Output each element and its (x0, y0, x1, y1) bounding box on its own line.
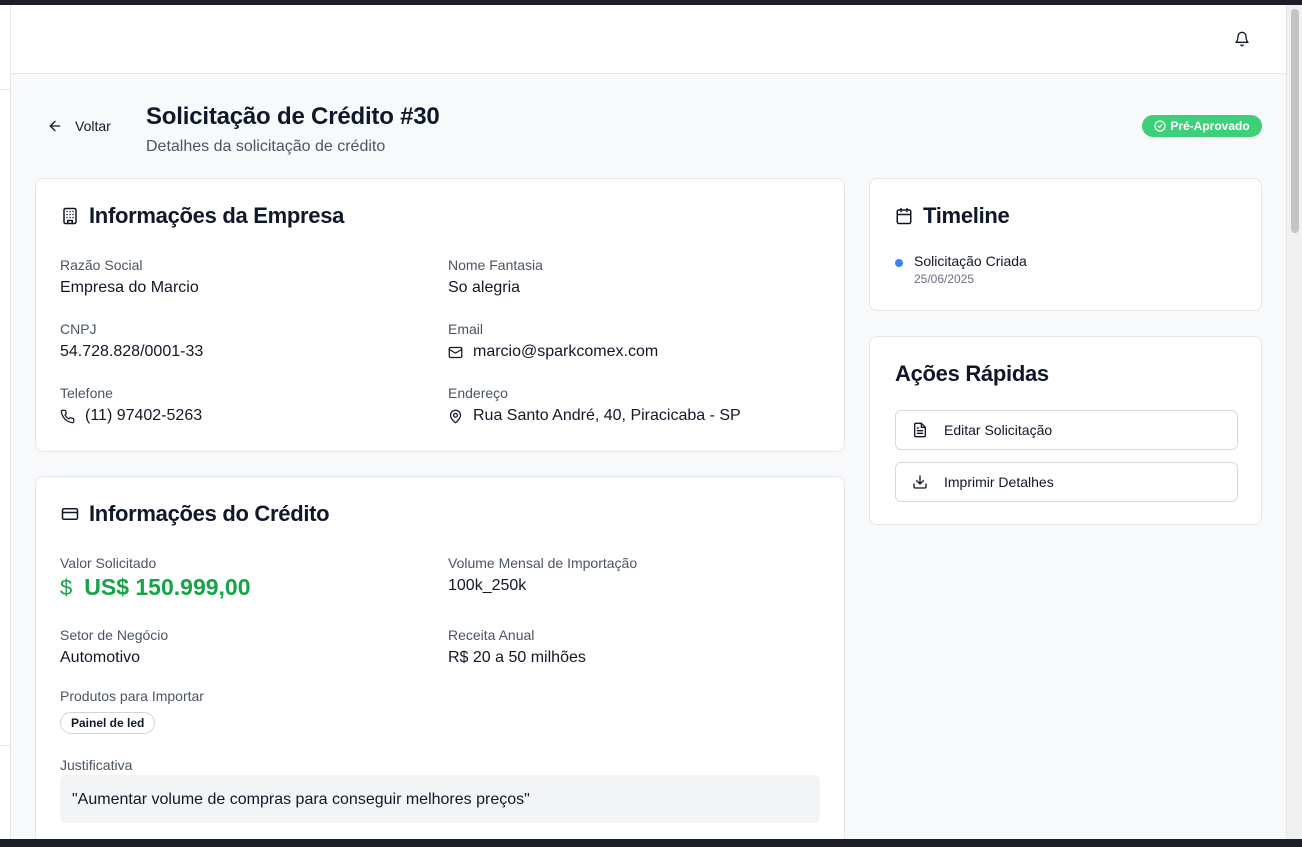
quick-actions-title: Ações Rápidas (895, 361, 1049, 386)
telefone-label: Telefone (60, 385, 113, 401)
back-label: Voltar (75, 118, 111, 134)
receita-text: R$ 20 a 50 milhões (448, 649, 586, 666)
nome-fantasia-value: So alegria (448, 279, 520, 297)
status-badge-label: Pré-Aprovado (1170, 119, 1250, 133)
email-label: Email (448, 321, 484, 337)
receita-label: Receita Anual (448, 627, 535, 643)
timeline-event-date: 25/06/2025 (914, 272, 975, 286)
vertical-scrollbar[interactable] (1286, 5, 1302, 839)
valor-solicitado-text: US$ 150.999,00 (84, 574, 251, 600)
cnpj-label: CNPJ (60, 321, 97, 337)
scrollbar-thumb[interactable] (1291, 9, 1299, 233)
back-button[interactable]: Voltar (47, 116, 111, 136)
justificativa-label: Justificativa (60, 757, 133, 773)
app-window: Voltar Solicitação de Crédito #30 Detalh… (0, 5, 1302, 839)
download-icon (913, 475, 927, 489)
page-title: Solicitação de Crédito #30 (146, 103, 440, 130)
card-title-text: Informações do Crédito (89, 501, 330, 526)
print-details-label: Imprimir Detalhes (944, 474, 1054, 490)
company-info-card: Informações da Empresa Razão Social Empr… (35, 178, 845, 452)
dollar-icon: $ (60, 574, 73, 600)
email-text: marcio@sparkcomex.com (473, 343, 659, 360)
receita-value: R$ 20 a 50 milhões (448, 649, 586, 667)
email-value: marcio@sparkcomex.com (448, 343, 658, 361)
phone-icon (60, 409, 75, 423)
page-subtitle: Detalhes da solicitação de crédito (146, 138, 386, 155)
endereco-text: Rua Santo André, 40, Piracicaba - SP (473, 407, 741, 424)
timeline-dot (895, 259, 903, 267)
calendar-icon (896, 207, 912, 225)
edit-request-label: Editar Solicitação (944, 422, 1053, 438)
product-chip: Painel de led (60, 712, 156, 734)
cnpj-text: 54.728.828/0001-33 (60, 343, 204, 360)
sidebar-divider (0, 89, 11, 90)
bell-icon[interactable] (1234, 31, 1250, 47)
setor-label: Setor de Negócio (60, 627, 169, 643)
card-title-text: Informações da Empresa (89, 203, 345, 228)
endereco-label: Endereço (448, 385, 508, 401)
credit-card-icon (61, 508, 79, 520)
credit-info-card: Informações do Crédito Valor Solicitado … (35, 476, 845, 839)
timeline-event-label: Solicitação Criada (914, 253, 1027, 269)
edit-request-button[interactable]: Editar Solicitação (895, 410, 1238, 450)
arrow-left-icon (49, 120, 61, 132)
razao-social-text: Empresa do Marcio (60, 279, 199, 296)
razao-social-value: Empresa do Marcio (60, 279, 199, 297)
telefone-value: (11) 97402-5263 (60, 407, 202, 425)
check-circle-icon (1154, 120, 1166, 132)
top-bar (11, 5, 1286, 74)
volume-mensal-label: Volume Mensal de Importação (448, 555, 638, 571)
timeline-card: Timeline Solicitação Criada 25/06/2025 (869, 178, 1262, 311)
status-badge: Pré-Aprovado (1142, 115, 1262, 137)
cnpj-value: 54.728.828/0001-33 (60, 343, 203, 361)
endereco-value: Rua Santo André, 40, Piracicaba - SP (448, 407, 741, 425)
timeline-title: Timeline (895, 203, 1010, 229)
map-pin-icon (449, 409, 462, 423)
quick-actions-card: Ações Rápidas Editar Solicitação Imprimi… (869, 336, 1262, 525)
justificativa-box: "Aumentar volume de compras para consegu… (60, 775, 820, 823)
sidebar-edge (0, 5, 11, 839)
volume-mensal-text: 100k_250k (448, 577, 527, 594)
company-card-title: Informações da Empresa (61, 203, 344, 229)
credit-card-title: Informações do Crédito (61, 501, 330, 527)
file-text-icon (914, 422, 926, 438)
produtos-label: Produtos para Importar (60, 688, 204, 704)
setor-value: Automotivo (60, 649, 140, 667)
setor-text: Automotivo (60, 649, 141, 666)
telefone-text: (11) 97402-5263 (85, 407, 203, 424)
razao-social-label: Razão Social (60, 257, 143, 273)
print-details-button[interactable]: Imprimir Detalhes (895, 462, 1238, 502)
card-title-text: Timeline (923, 203, 1010, 228)
nome-fantasia-text: So alegria (448, 279, 521, 296)
main-content: Voltar Solicitação de Crédito #30 Detalh… (11, 5, 1286, 839)
sidebar-divider (0, 745, 11, 746)
valor-solicitado-value: $ US$ 150.999,00 (60, 574, 251, 601)
volume-mensal-value: 100k_250k (448, 577, 526, 595)
building-icon (63, 207, 77, 225)
nome-fantasia-label: Nome Fantasia (448, 257, 543, 273)
mail-icon (448, 346, 463, 358)
valor-solicitado-label: Valor Solicitado (60, 555, 157, 571)
